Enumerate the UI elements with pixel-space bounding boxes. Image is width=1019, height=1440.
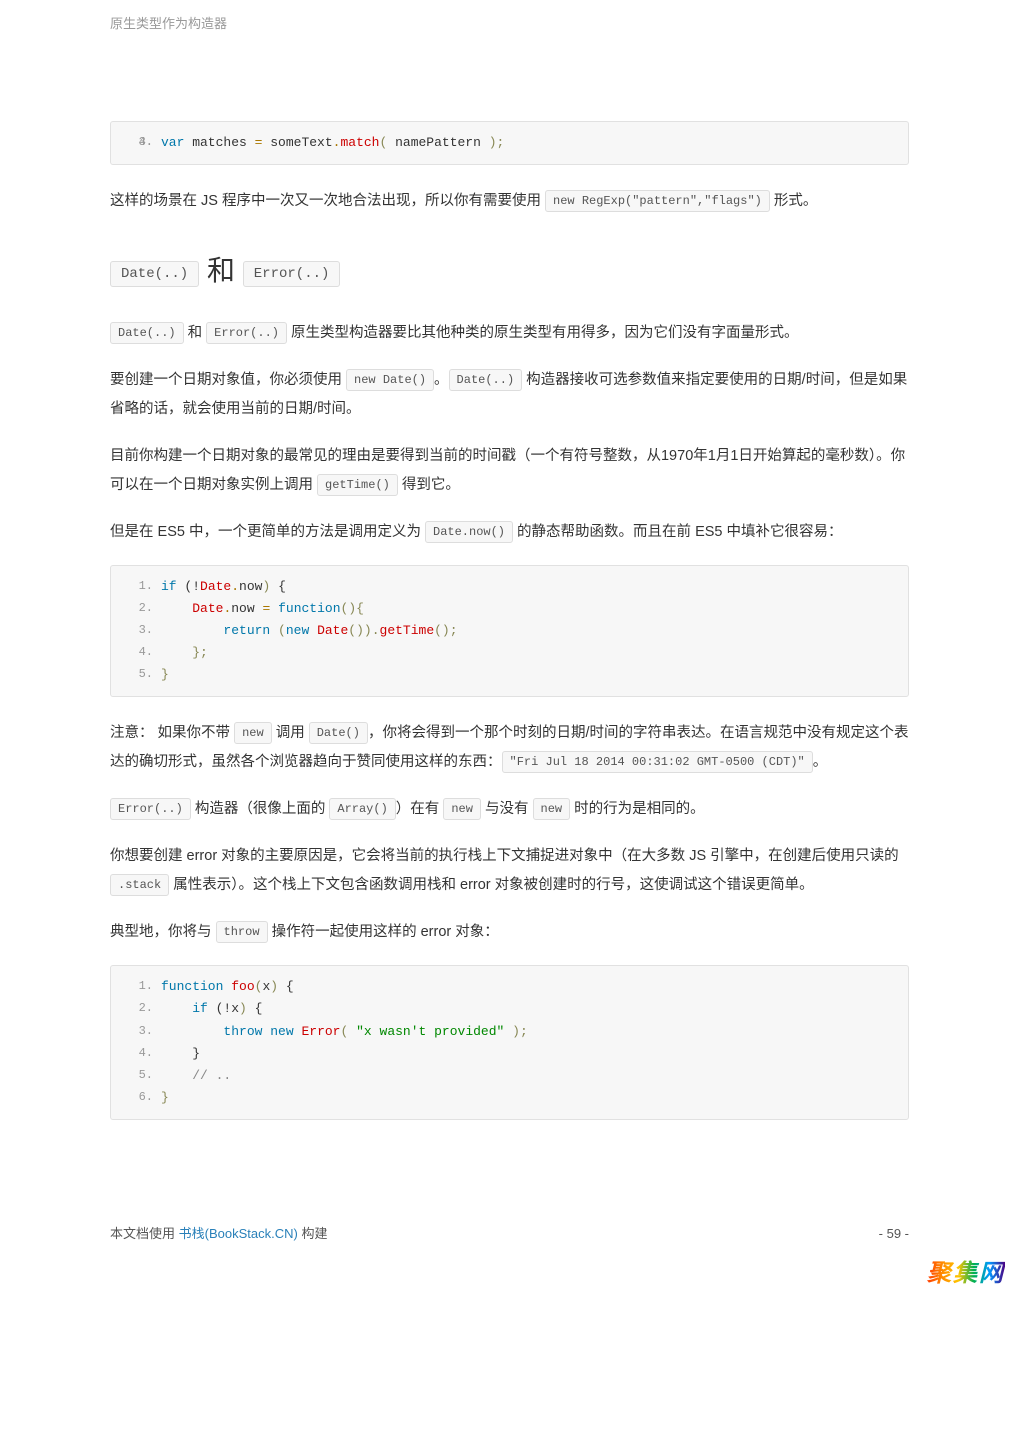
code-line: return (new Date()).getTime();: [161, 620, 898, 642]
footer-link[interactable]: 书栈(BookStack.CN): [179, 1226, 298, 1241]
inline-code: "Fri Jul 18 2014 00:31:02 GMT-0500 (CDT)…: [502, 751, 813, 773]
inline-code: Date(..): [110, 261, 199, 287]
watermark: 聚集网: [927, 1252, 1005, 1295]
inline-code: new Date(): [346, 369, 434, 391]
code-line: function foo(x) {: [161, 976, 898, 998]
inline-code: Date.now(): [425, 521, 513, 543]
paragraph: 但是在 ES5 中，一个更简单的方法是调用定义为 Date.now() 的静态帮…: [110, 518, 909, 547]
code-block-3: function foo(x) { if (!x) { throw new Er…: [110, 965, 909, 1120]
paragraph: 这样的场景在 JS 程序中一次又一次地合法出现，所以你有需要使用 new Reg…: [110, 187, 909, 216]
code-line: if (!Date.now) {: [161, 576, 898, 598]
inline-code: Error(..): [206, 322, 287, 344]
code-line: }: [161, 664, 898, 686]
paragraph: Error(..) 构造器（很像上面的 Array()）在有 new 与没有 n…: [110, 795, 909, 824]
paragraph: 注意： 如果你不带 new 调用 Date()，你将会得到一个那个时刻的日期/时…: [110, 719, 909, 777]
inline-code: new: [234, 722, 272, 744]
inline-code: getTime(): [317, 474, 398, 496]
paragraph: 你想要创建 error 对象的主要原因是，它会将当前的执行栈上下文捕捉进对象中（…: [110, 842, 909, 900]
code-line: if (!x) {: [161, 998, 898, 1020]
code-line: Date.now = function(){: [161, 598, 898, 620]
paragraph: Date(..) 和 Error(..) 原生类型构造器要比其他种类的原生类型有…: [110, 319, 909, 348]
inline-code: Date(..): [110, 322, 184, 344]
inline-code: Array(): [329, 798, 395, 820]
inline-code: Error(..): [110, 798, 191, 820]
code-line: var matches = someText.match( namePatter…: [161, 132, 898, 154]
paragraph: 目前你构建一个日期对象的最常见的理由是要得到当前的时间戳（一个有符号整数，从19…: [110, 442, 909, 500]
code-line: }: [161, 1043, 898, 1065]
inline-code: Error(..): [243, 261, 341, 287]
code-block-1: var matches = someText.match( namePatter…: [110, 121, 909, 165]
paragraph: 典型地，你将与 throw 操作符一起使用这样的 error 对象：: [110, 918, 909, 947]
code-block-2: if (!Date.now) { Date.now = function(){ …: [110, 565, 909, 697]
code-line: };: [161, 642, 898, 664]
inline-code: new RegExp("pattern","flags"): [545, 190, 770, 212]
inline-code: .stack: [110, 874, 169, 896]
main-content: var matches = someText.match( namePatter…: [0, 121, 1019, 1120]
code-line: }: [161, 1087, 898, 1109]
inline-code: new: [443, 798, 481, 820]
code-line: // ..: [161, 1065, 898, 1087]
page-title: 原生类型作为构造器: [0, 12, 1019, 35]
inline-code: Date(): [309, 722, 368, 744]
inline-code: Date(..): [449, 369, 523, 391]
footer: 本文档使用 书栈(BookStack.CN) 构建 - 59 -: [110, 1222, 909, 1245]
page-number: - 59 -: [879, 1222, 909, 1245]
code-line: throw new Error( "x wasn't provided" );: [161, 1021, 898, 1043]
inline-code: new: [533, 798, 571, 820]
inline-code: throw: [216, 921, 268, 943]
paragraph: 要创建一个日期对象值，你必须使用 new Date()。Date(..) 构造器…: [110, 366, 909, 424]
footer-text: 本文档使用 书栈(BookStack.CN) 构建: [110, 1222, 327, 1245]
section-heading: Date(..) 和 Error(..): [110, 246, 909, 296]
